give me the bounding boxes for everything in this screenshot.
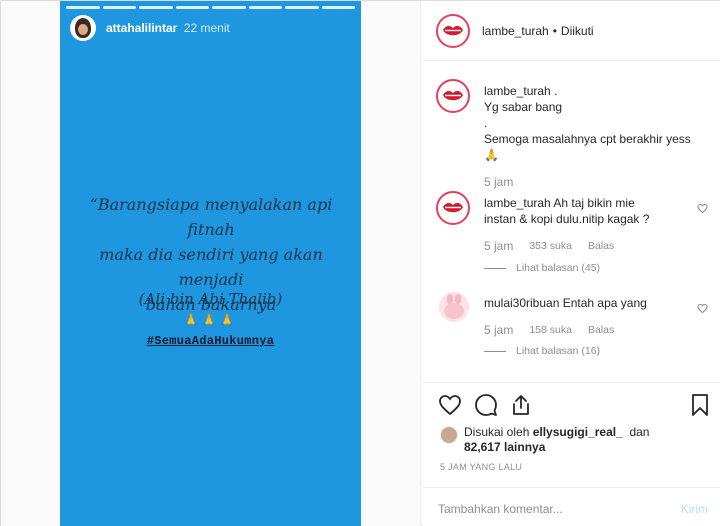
heart-icon[interactable] [697,303,708,314]
caption-line: Semoga masalahnya cpt berakhir yess [484,132,691,146]
comment-username[interactable]: lambe_turah [484,196,551,210]
likes-prefix: Disukai oleh [464,425,530,439]
caption-username[interactable]: lambe_turah [484,84,551,98]
likes-suffix[interactable]: lainnya [504,440,545,454]
caption-punct: . [554,84,558,98]
replies-divider [484,267,506,269]
view-replies[interactable]: Lihat balasan (16) [484,345,600,357]
reply-button[interactable]: Balas [588,240,614,252]
follow-status[interactable]: Diikuti [561,24,594,38]
story-header: attahalilintar 22 menit [70,15,230,41]
pray-emoji-row: 🙏🙏🙏 [183,313,238,327]
quote-line: maka dia sendiri yang akan menjadi [99,245,323,289]
likes-count[interactable]: 82,617 [464,440,501,454]
liker-username[interactable]: ellysugigi_real_ [533,425,623,439]
comment-likes[interactable]: 158 suka [529,324,572,336]
caption-time[interactable]: 5 jam [484,175,513,189]
story-time: 22 menit [183,21,230,35]
caption-line: . [484,116,488,130]
view-replies[interactable]: Lihat balasan (45) [484,262,600,274]
view-replies-label[interactable]: Lihat balasan (16) [516,345,600,357]
caption-emoji: 🙏 [484,148,499,162]
instagram-post-window: attahalilintar 22 menit “Barangsiapa men… [0,0,720,526]
add-comment-bar: Tambahkan komentar... Kirim [422,487,720,526]
quote-author: (Ali bin Abi Thalib) [138,290,283,308]
progress-segment [212,6,246,9]
comment-time[interactable]: 5 jam [484,323,513,337]
lips-avatar-icon[interactable] [436,191,470,225]
comment-icon[interactable] [474,393,498,417]
post-timestamp[interactable]: 5 JAM YANG LALU [440,462,522,472]
progress-segment [285,6,319,9]
post-actions: Disukai oleh ellysugigi_real_ dan 82,617… [422,382,720,526]
likes-joiner: dan [629,425,650,439]
story-hashtag: #SemuaAdaHukumnya [146,334,275,348]
reply-button[interactable]: Balas [588,324,614,336]
post-header: lambe_turah • Diikuti [422,1,720,61]
media-pane: attahalilintar 22 menit “Barangsiapa men… [1,1,421,526]
comment-time[interactable]: 5 jam [484,239,513,253]
progress-segment [175,6,209,9]
bookmark-icon[interactable] [688,393,712,417]
quote-line: “Barangsiapa menyalakan api fitnah [89,195,333,239]
heart-icon[interactable] [438,393,462,417]
story-username: attahalilintar [106,21,178,35]
replies-divider [484,350,506,352]
view-replies-label[interactable]: Lihat balasan (45) [516,262,600,274]
header-separator: • [552,23,557,38]
lips-avatar-icon[interactable] [436,13,470,48]
liker-avatar[interactable] [440,426,458,444]
comment-username[interactable]: mulai30ribuan [484,296,559,310]
heart-icon[interactable] [697,203,708,214]
progress-segment [139,6,173,9]
likes-summary: Disukai oleh ellysugigi_real_ dan 82,617… [440,425,649,455]
progress-segment [102,6,136,9]
progress-segment [321,6,355,9]
comment-input[interactable]: Tambahkan komentar... [438,502,563,516]
story-image: attahalilintar 22 menit “Barangsiapa men… [60,1,361,526]
story-avatar [70,15,96,41]
bunny-avatar-icon[interactable] [439,292,469,322]
post-comment-button[interactable]: Kirim [681,502,708,516]
comment-likes[interactable]: 353 suka [529,240,572,252]
share-icon[interactable] [509,393,533,417]
comments-list[interactable]: lambe_turah . Yg sabar bang . Semoga mas… [422,62,720,382]
progress-segment [66,6,100,9]
comment-text: Entah apa yang [562,296,647,310]
caption-line: Yg sabar bang [484,100,563,114]
story-progress-bar [66,6,355,9]
lips-avatar-icon[interactable] [436,79,470,113]
progress-segment [248,6,282,9]
post-sidebar: lambe_turah • Diikuti lambe_turah . Yg sab… [422,1,720,526]
post-author-username[interactable]: lambe_turah [482,24,549,38]
